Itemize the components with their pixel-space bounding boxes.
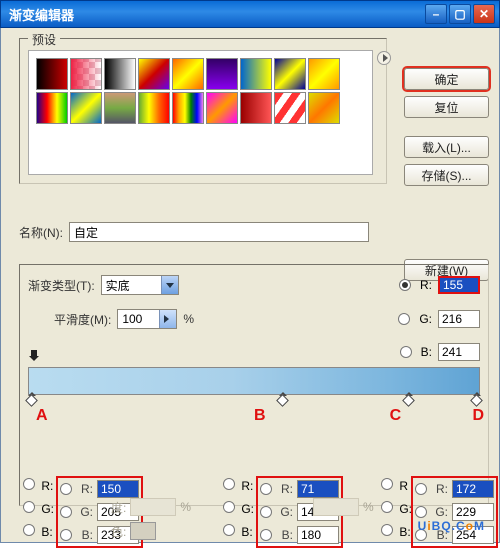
stop-a-r[interactable]: 150: [97, 480, 139, 498]
preset-swatch[interactable]: [138, 92, 170, 124]
chevron-right-icon: [159, 310, 176, 328]
rgb-b-input[interactable]: 241: [438, 343, 480, 361]
smoothness-label: 平滑度(M):: [54, 311, 111, 328]
radio-b[interactable]: [400, 346, 412, 358]
preset-swatch[interactable]: [308, 58, 340, 90]
pos-input: [313, 498, 359, 516]
color-stop-d[interactable]: [471, 395, 482, 407]
color-label: 色:: [111, 523, 126, 540]
window-title: 渐变编辑器: [5, 5, 423, 24]
preset-swatch[interactable]: [172, 92, 204, 124]
preset-swatch[interactable]: [240, 92, 272, 124]
stop-b-r[interactable]: 71: [297, 480, 339, 498]
reset-button[interactable]: 复位: [404, 96, 489, 118]
deg-label: 度:: [111, 499, 126, 516]
marker-c: C: [390, 407, 402, 425]
deg-input: [130, 498, 176, 516]
preset-swatch[interactable]: [206, 58, 238, 90]
stop-b-b[interactable]: 180: [297, 526, 339, 544]
preset-swatch[interactable]: [172, 58, 204, 90]
preset-swatch[interactable]: [138, 58, 170, 90]
minimize-button[interactable]: –: [425, 4, 447, 24]
rgb-g-input[interactable]: 216: [438, 310, 480, 328]
name-label: 名称(N):: [19, 224, 63, 241]
color-stop-c[interactable]: [403, 395, 414, 407]
gradient-editor-panel: 预设: [0, 28, 500, 543]
preset-swatch[interactable]: [36, 58, 68, 90]
name-input[interactable]: 自定: [69, 222, 369, 242]
title-bar: 渐变编辑器 – ▢ ✕: [0, 0, 500, 28]
chevron-down-icon: [161, 276, 178, 294]
radio[interactable]: [60, 506, 72, 518]
opacity-stop[interactable]: [29, 356, 39, 366]
preset-group: 预设: [19, 38, 387, 184]
close-button[interactable]: ✕: [473, 4, 495, 24]
stop-c-r[interactable]: 172: [452, 480, 494, 498]
color-stop-b[interactable]: [277, 395, 288, 407]
load-button[interactable]: 载入(L)...: [404, 136, 489, 158]
save-button[interactable]: 存储(S)...: [404, 164, 489, 186]
preset-label: 预设: [28, 31, 60, 48]
gradient-type-label: 渐变类型(T):: [28, 277, 95, 294]
marker-b: B: [254, 407, 266, 425]
side-buttons: 确定 复位 载入(L)... 存储(S)...: [404, 68, 489, 186]
ok-button[interactable]: 确定: [404, 68, 489, 90]
preset-swatch[interactable]: [206, 92, 238, 124]
marker-d: D: [472, 407, 484, 425]
preset-swatch[interactable]: [308, 92, 340, 124]
watermark: UiBQ.CoM: [418, 510, 485, 536]
radio[interactable]: [60, 529, 72, 541]
preset-swatch[interactable]: [274, 92, 306, 124]
radio-g[interactable]: [398, 313, 410, 325]
preset-swatch-list: [28, 50, 373, 175]
preset-swatch[interactable]: [240, 58, 272, 90]
preset-menu-button[interactable]: [377, 51, 391, 65]
preset-swatch[interactable]: [274, 58, 306, 90]
color-swatch[interactable]: [130, 522, 156, 540]
smoothness-input[interactable]: 100: [117, 309, 177, 329]
preset-swatch[interactable]: [104, 92, 136, 124]
gradient-type-combo[interactable]: 实底: [101, 275, 179, 295]
radio[interactable]: [60, 483, 72, 495]
preset-swatch[interactable]: [70, 58, 102, 90]
preset-swatch[interactable]: [70, 92, 102, 124]
percent-label: %: [183, 312, 194, 326]
preset-swatch[interactable]: [36, 92, 68, 124]
marker-a: A: [36, 407, 48, 425]
gradient-bar[interactable]: A B C D: [28, 367, 480, 395]
maximize-button[interactable]: ▢: [449, 4, 471, 24]
gradient-settings: 渐变类型(T): 实底 R: 155 平滑度(M): 100 % G: 216 …: [19, 264, 489, 506]
preset-swatch[interactable]: [104, 58, 136, 90]
radio-r[interactable]: [399, 279, 411, 291]
rgb-r-input[interactable]: 155: [438, 276, 480, 294]
color-stop-a[interactable]: [26, 395, 37, 407]
